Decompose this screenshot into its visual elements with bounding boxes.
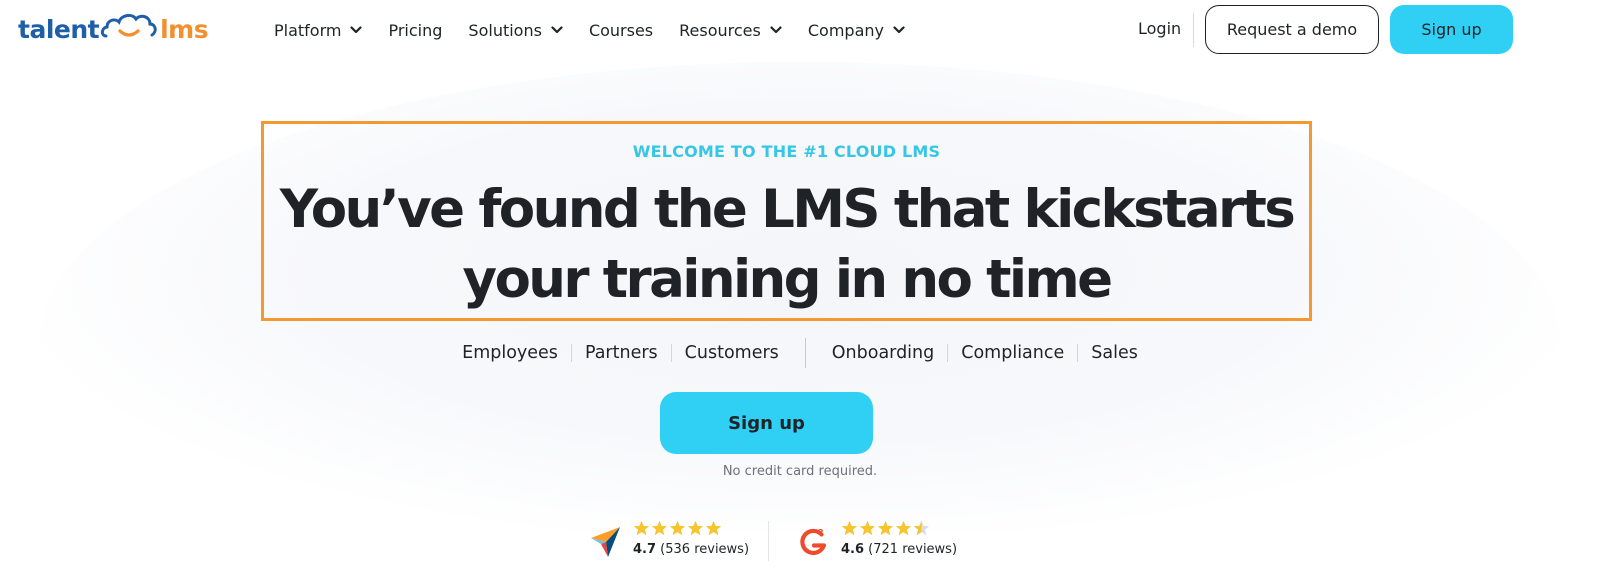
- half-star-icon: [913, 520, 930, 535]
- chevron-down-icon: [551, 26, 563, 34]
- nav-label: Company: [807, 20, 884, 40]
- nav-label: Solutions: [468, 20, 542, 40]
- star-icon: [651, 520, 668, 535]
- star-icon: [859, 520, 876, 535]
- g2-icon: 2: [798, 526, 830, 558]
- nav-item-platform[interactable]: Platform: [274, 16, 363, 44]
- login-link[interactable]: Login: [1138, 19, 1181, 38]
- review-count: (536 reviews): [660, 541, 750, 557]
- usecase-compliance: Compliance: [961, 343, 1065, 363]
- hero-eyebrow: WELCOME TO THE #1 CLOUD LMS: [632, 142, 941, 161]
- logo-text-lms: lms: [160, 14, 209, 44]
- divider: [947, 344, 949, 362]
- divider: [570, 344, 572, 362]
- nav-item-courses[interactable]: Courses: [589, 16, 653, 44]
- group-divider: [804, 338, 806, 368]
- nav-label: Pricing: [388, 20, 443, 40]
- headline-line-2: your training in no time: [462, 249, 1114, 310]
- rating-info: 4.6 (721 reviews): [841, 520, 957, 557]
- talentlms-logo[interactable]: talent lms: [18, 9, 209, 49]
- g2-rating[interactable]: 2 4.6 (721 reviews): [797, 517, 957, 559]
- audience-list: Employees Partners Customers Onboarding …: [0, 338, 1600, 368]
- cloud-icon: [100, 13, 157, 38]
- star-rating: [841, 520, 957, 538]
- usecase-sales: Sales: [1091, 343, 1138, 363]
- usecase-onboarding: Onboarding: [831, 343, 935, 363]
- nav-label: Platform: [274, 20, 342, 40]
- nav-item-pricing[interactable]: Pricing: [388, 16, 442, 44]
- ratings-divider: [768, 521, 769, 561]
- rating-text: 4.7 (536 reviews): [633, 542, 749, 557]
- chevron-down-icon: [350, 26, 363, 34]
- site-header: talent lms Platform Pricing Solutions Co…: [0, 0, 1600, 60]
- nav-label: Resources: [679, 20, 761, 40]
- hero-headline: You’ve found the LMS that kickstarts you…: [261, 175, 1312, 315]
- nav-item-solutions[interactable]: Solutions: [468, 16, 563, 44]
- capterra-rating[interactable]: 4.7 (536 reviews): [589, 517, 749, 559]
- star-icon: [895, 520, 912, 535]
- main-nav: Platform Pricing Solutions Courses Resou…: [274, 16, 931, 44]
- audience-customers: Customers: [684, 343, 779, 363]
- svg-text:2: 2: [818, 528, 824, 537]
- rating-info: 4.7 (536 reviews): [633, 520, 749, 557]
- star-icon: [633, 520, 650, 535]
- logo-text-talent: talent: [18, 14, 100, 44]
- nav-item-company[interactable]: Company: [808, 16, 905, 44]
- divider: [1077, 344, 1079, 362]
- rating-score: 4.7: [633, 541, 657, 557]
- audience-partners: Partners: [584, 343, 658, 363]
- chevron-down-icon: [770, 26, 782, 34]
- no-credit-card-note: No credit card required.: [722, 464, 878, 479]
- star-icon: [669, 520, 686, 535]
- page: talent lms Platform Pricing Solutions Co…: [0, 0, 1600, 577]
- star-icon: [687, 520, 704, 535]
- header-signup-button[interactable]: Sign up: [1390, 5, 1513, 54]
- request-demo-button[interactable]: Request a demo: [1205, 5, 1379, 54]
- divider: [670, 344, 672, 362]
- nav-item-resources[interactable]: Resources: [679, 16, 782, 44]
- star-icon: [705, 520, 722, 535]
- capterra-icon: [591, 527, 620, 557]
- review-count: (721 reviews): [868, 541, 958, 557]
- star-icon: [841, 520, 858, 535]
- star-icon: [877, 520, 894, 535]
- headline-line-1: You’ve found the LMS that kickstarts: [279, 179, 1296, 240]
- audience-employees: Employees: [462, 343, 558, 363]
- rating-text: 4.6 (721 reviews): [841, 542, 957, 557]
- rating-score: 4.6: [841, 541, 865, 557]
- hero-signup-button[interactable]: Sign up: [660, 392, 873, 454]
- chevron-down-icon: [893, 26, 905, 34]
- nav-label: Courses: [588, 20, 654, 40]
- nav-divider: [1193, 13, 1194, 47]
- star-rating: [633, 520, 749, 538]
